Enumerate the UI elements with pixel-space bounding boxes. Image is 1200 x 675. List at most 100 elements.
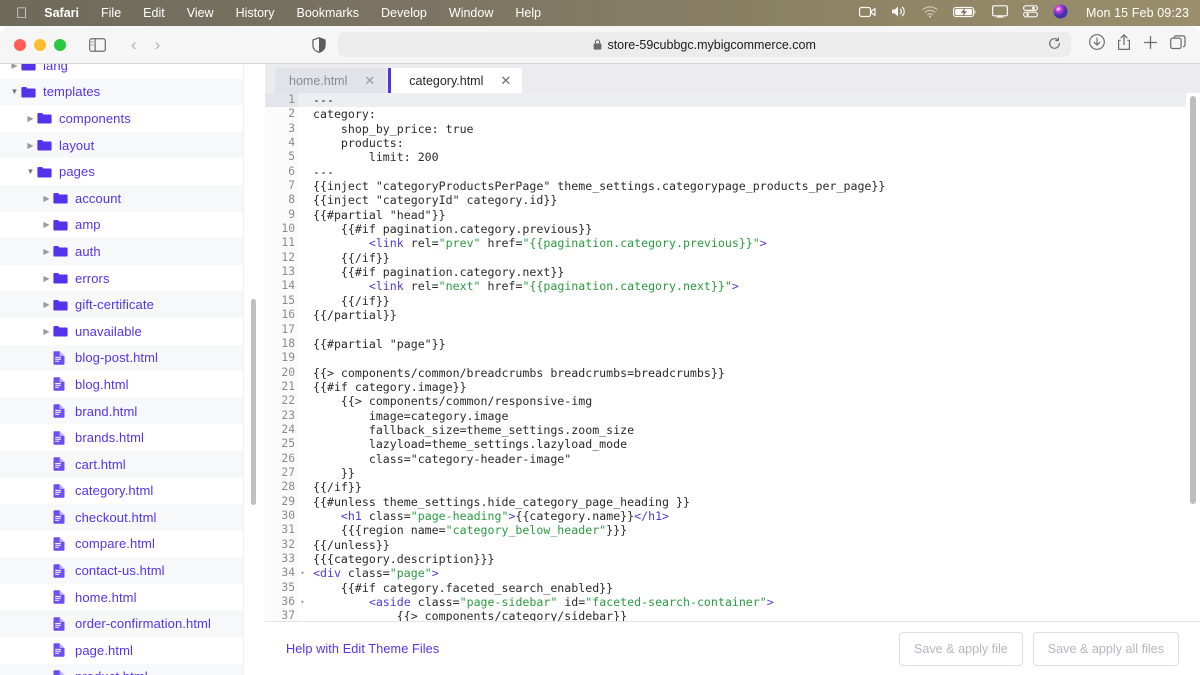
tree-folder-gift-certificate[interactable]: ▶ gift-certificate (0, 291, 258, 318)
code-line[interactable]: 26 class="category-header-image" (265, 451, 1200, 466)
code-line[interactable]: 11 <link rel="prev" href="{{pagination.c… (265, 236, 1200, 251)
downloads-icon[interactable] (1089, 34, 1105, 55)
code-line[interactable]: 4 products: (265, 136, 1200, 151)
tree-file-blog-html[interactable]: blog.html (0, 371, 258, 398)
code-line[interactable]: 10 {{#if pagination.category.previous}} (265, 222, 1200, 237)
tree-file-checkout-html[interactable]: checkout.html (0, 504, 258, 531)
screen-recording-icon[interactable] (858, 6, 876, 21)
code-line[interactable]: 7 {{inject "categoryProductsPerPage" them… (265, 179, 1200, 194)
reload-icon[interactable] (1048, 36, 1061, 53)
code-line[interactable]: 28 {{/if}} (265, 480, 1200, 495)
chevron-down-icon[interactable]: ▼ (8, 87, 21, 96)
chevron-right-icon[interactable]: › (146, 36, 170, 53)
code-line[interactable]: 32 {{/unless}} (265, 537, 1200, 552)
new-tab-icon[interactable] (1143, 35, 1158, 55)
tab-overview-icon[interactable] (1170, 34, 1186, 55)
tree-folder-pages[interactable]: ▼ pages (0, 158, 258, 185)
code-line[interactable]: 27 }} (265, 465, 1200, 481)
share-icon[interactable] (1117, 33, 1131, 56)
menu-item-bookmarks[interactable]: Bookmarks (285, 6, 370, 20)
tree-file-brand-html[interactable]: brand.html (0, 397, 258, 425)
tree-folder-components[interactable]: ▶ components (0, 105, 258, 132)
save-apply-file-button[interactable]: Save & apply file (898, 631, 1023, 666)
editor-scrollbar-thumb[interactable] (1190, 96, 1196, 504)
code-line[interactable]: 15 {{/if}} (265, 293, 1200, 309)
code-content[interactable]: 1 --- 2 category: 3 shop_by_price: true 4 pro… (265, 93, 1200, 621)
menu-item-edit[interactable]: Edit (132, 6, 176, 20)
code-line[interactable]: 31 {{{region name="category_below_header… (265, 523, 1200, 538)
close-button[interactable] (14, 38, 26, 51)
menu-bar-clock[interactable]: Mon 15 Feb 09:23 (1086, 6, 1189, 20)
code-line[interactable]: 37 {{> components/category/sidebar}} (265, 609, 1200, 621)
tree-file-contact-us-html[interactable]: contact-us.html (0, 557, 258, 584)
siri-icon[interactable] (1053, 4, 1068, 22)
code-line[interactable]: 35 {{#if category.faceted_search_enabled… (265, 580, 1200, 596)
code-line[interactable]: 16 {{/partial}} (265, 308, 1200, 323)
chevron-right-icon[interactable]: ▶ (40, 247, 53, 256)
file-tree-sidebar[interactable]: ▶ lang ▼ templates ▶ components ▶ layout ▼ pages ▶… (0, 64, 265, 675)
menu-item-develop[interactable]: Develop (370, 6, 438, 20)
code-line[interactable]: 1 --- (265, 93, 1200, 108)
tree-file-compare-html[interactable]: compare.html (0, 531, 258, 558)
tree-file-category-html[interactable]: category.html (0, 478, 258, 505)
volume-icon[interactable] (891, 5, 907, 21)
menu-item-history[interactable]: History (225, 6, 286, 20)
tree-folder-auth[interactable]: ▶ auth (0, 238, 258, 265)
code-line[interactable]: 5 limit: 200 (265, 150, 1200, 165)
tree-folder-account[interactable]: ▶ account (0, 184, 258, 212)
tree-folder-lang[interactable]: ▶ lang (0, 64, 258, 79)
code-line[interactable]: 22 {{> components/common/responsive-img (265, 394, 1200, 409)
code-line[interactable]: 30 <h1 class="page-heading">{{category.n… (265, 508, 1200, 524)
tree-file-product-html[interactable]: product.html (0, 663, 258, 675)
privacy-shield-icon[interactable] (306, 33, 332, 57)
chevron-right-icon[interactable]: ▶ (24, 114, 37, 123)
chevron-right-icon[interactable]: ▶ (40, 300, 53, 309)
fold-toggle-icon[interactable]: ▾ (298, 566, 307, 580)
code-line[interactable]: 12 {{/if}} (265, 250, 1200, 266)
code-line[interactable]: 21 {{#if category.image}} (265, 379, 1200, 395)
save-apply-all-files-button[interactable]: Save & apply all files (1032, 631, 1179, 666)
sidebar-scrollbar-thumb[interactable] (251, 299, 256, 505)
code-editor[interactable]: 1 --- 2 category: 3 shop_by_price: true 4 pro… (265, 93, 1200, 621)
apple-logo-icon[interactable]:  (0, 6, 41, 21)
code-line[interactable]: 24 fallback_size=theme_settings.zoom_siz… (265, 422, 1200, 438)
code-line[interactable]: 33 {{{category.description}}} (265, 552, 1200, 567)
tree-file-brands-html[interactable]: brands.html (0, 424, 258, 451)
menu-item-file[interactable]: File (90, 6, 132, 20)
tree-folder-templates[interactable]: ▼ templates (0, 78, 258, 106)
control-center-icon[interactable] (1022, 5, 1038, 21)
code-line[interactable]: 34 ▾ <div class="page"> (265, 566, 1200, 581)
editor-tab-home-html[interactable]: home.html ✕ (275, 68, 387, 93)
tree-file-page-html[interactable]: page.html (0, 637, 258, 664)
battery-charging-icon[interactable] (952, 6, 977, 21)
chevron-right-icon[interactable]: ▶ (24, 141, 37, 150)
menu-item-window[interactable]: Window (438, 6, 504, 20)
tree-file-blog-post-html[interactable]: blog-post.html (0, 344, 258, 372)
close-icon[interactable]: ✕ (500, 74, 511, 87)
chevron-right-icon[interactable]: ▶ (40, 220, 53, 229)
code-line[interactable]: 8 {{inject "categoryId" category.id}} (265, 193, 1200, 208)
chevron-right-icon[interactable]: ▶ (40, 327, 53, 336)
code-line[interactable]: 20 {{> components/common/breadcrumbs brea… (265, 365, 1200, 380)
code-line[interactable]: 14 <link rel="next" href="{{pagination.c… (265, 279, 1200, 294)
minimize-button[interactable] (34, 38, 46, 51)
tree-file-home-html[interactable]: home.html (0, 584, 258, 611)
code-line[interactable]: 9 {{#partial "head"}} (265, 207, 1200, 223)
address-bar-url[interactable]: store-59cubbgc.mybigcommerce.com (607, 38, 815, 52)
tree-folder-unavailable[interactable]: ▶ unavailable (0, 318, 258, 345)
code-line[interactable]: 18 {{#partial "page"}} (265, 336, 1200, 352)
close-icon[interactable]: ✕ (364, 74, 375, 87)
chevron-left-icon[interactable]: ‹ (122, 36, 146, 53)
tree-folder-layout[interactable]: ▶ layout (0, 131, 258, 159)
menu-item-safari[interactable]: Safari (41, 6, 90, 20)
help-with-edit-theme-files-link[interactable]: Help with Edit Theme Files (286, 642, 439, 656)
code-line[interactable]: 23 image=category.image (265, 408, 1200, 423)
menu-item-help[interactable]: Help (504, 6, 552, 20)
code-line[interactable]: 19 (265, 351, 1200, 366)
chevron-down-icon[interactable]: ▼ (24, 167, 37, 176)
chevron-right-icon[interactable]: ▶ (40, 274, 53, 283)
code-line[interactable]: 17 (265, 322, 1200, 337)
tree-folder-errors[interactable]: ▶ errors (0, 265, 258, 292)
editor-tab-category-html[interactable]: category.html ✕ (388, 68, 523, 93)
chevron-right-icon[interactable]: ▶ (8, 64, 21, 70)
